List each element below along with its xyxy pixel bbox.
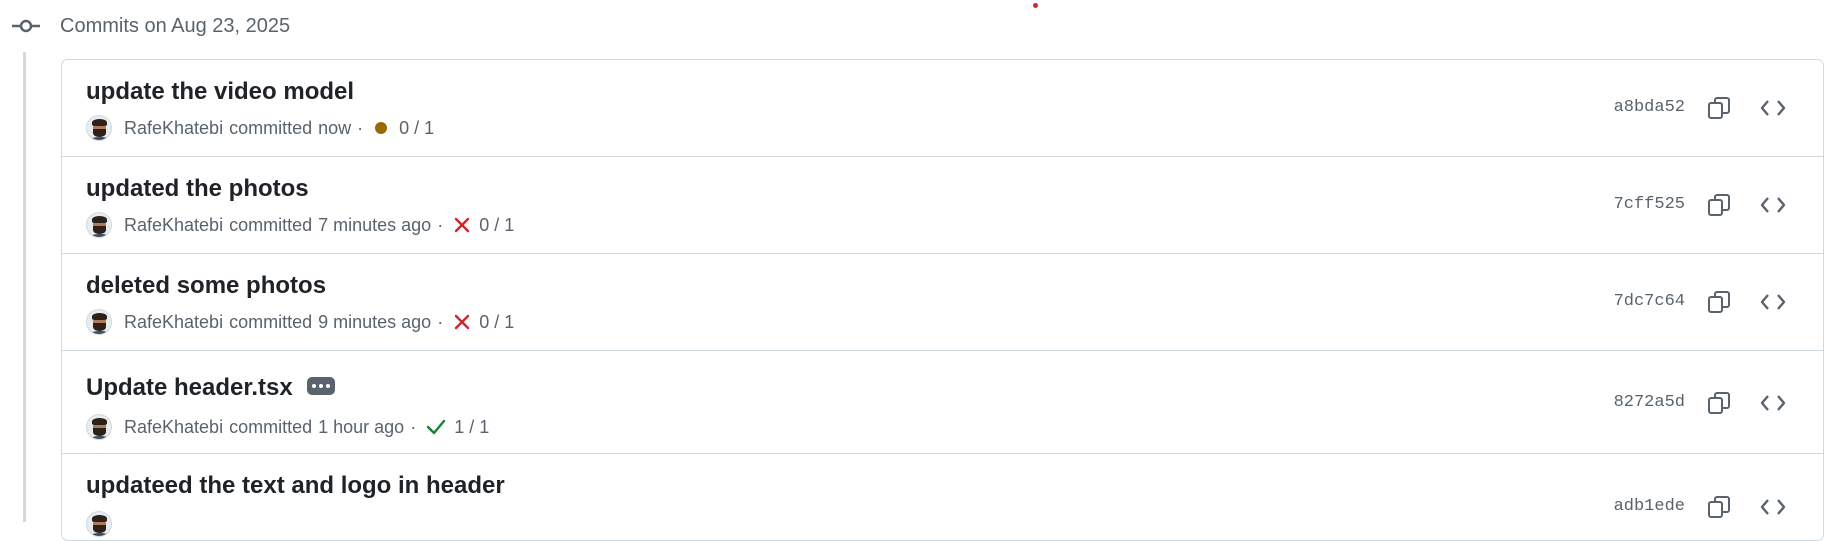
commit-sha-link[interactable]: a8bda52 <box>1614 98 1685 117</box>
commit-group-header: Commits on Aug 23, 2025 <box>0 0 1828 52</box>
expand-message-button[interactable] <box>306 377 335 395</box>
separator: · <box>357 117 364 138</box>
author-link[interactable]: RafeKhatebi <box>124 215 223 236</box>
commit-sha-link[interactable]: 8272a5d <box>1614 393 1685 412</box>
commit-row: deleted some photos RafeKhatebi committe… <box>62 254 1823 351</box>
commit-meta: RafeKhatebi committed 7 minutes ago · 0 … <box>86 212 514 238</box>
copy-sha-button[interactable] <box>1701 489 1737 525</box>
commit-row: Update header.tsx RafeKhatebi committed … <box>62 351 1823 454</box>
commit-title-link[interactable]: updated the photos <box>86 174 309 204</box>
commit-time: 1 hour ago <box>318 416 405 437</box>
copy-sha-button[interactable] <box>1701 385 1737 421</box>
commit-action: committed <box>229 416 313 437</box>
author-avatar[interactable] <box>86 115 112 141</box>
author-link[interactable]: RafeKhatebi <box>124 312 223 333</box>
commit-meta: RafeKhatebi committed 1 hour ago · 1 / 1 <box>86 414 489 440</box>
copy-sha-button[interactable] <box>1701 90 1737 126</box>
commit-meta <box>86 511 124 537</box>
browse-repo-button[interactable] <box>1755 90 1791 126</box>
commit-action: committed <box>229 214 313 235</box>
commit-time: now <box>318 117 352 138</box>
separator: · <box>437 311 444 332</box>
browse-repo-button[interactable] <box>1755 489 1791 525</box>
timeline-line <box>23 52 26 522</box>
indicator-dot <box>1033 3 1038 8</box>
commit-title-link[interactable]: deleted some photos <box>86 271 326 301</box>
code-icon <box>1760 294 1786 310</box>
commit-title-group: Update header.tsx <box>86 373 335 403</box>
commit-sha-link[interactable]: 7cff525 <box>1614 195 1685 214</box>
commit-row: update the video model RafeKhatebi commi… <box>62 60 1823 157</box>
code-icon <box>1760 197 1786 213</box>
author-avatar[interactable] <box>86 309 112 335</box>
commit-title-link[interactable]: Update header.tsx <box>86 373 293 403</box>
checks-count[interactable]: 1 / 1 <box>454 417 489 438</box>
commit-sha-link[interactable]: 7dc7c64 <box>1614 292 1685 311</box>
separator: · <box>410 416 417 437</box>
commit-list: update the video model RafeKhatebi commi… <box>61 59 1824 541</box>
x-icon[interactable] <box>453 313 471 331</box>
commit-row: updated the photos RafeKhatebi committed… <box>62 157 1823 254</box>
checks-count[interactable]: 0 / 1 <box>399 118 434 139</box>
copy-icon <box>1708 496 1730 518</box>
checks-count[interactable]: 0 / 1 <box>479 215 514 236</box>
author-link[interactable]: RafeKhatebi <box>124 118 223 139</box>
git-commit-icon <box>12 19 40 33</box>
commit-time: 9 minutes ago <box>318 311 432 332</box>
pending-status-icon[interactable] <box>375 122 388 134</box>
commit-meta: RafeKhatebi committed now · 0 / 1 <box>86 115 434 141</box>
commit-action: committed <box>229 311 313 332</box>
commit-action: committed <box>229 117 313 138</box>
commit-meta: RafeKhatebi committed 9 minutes ago · 0 … <box>86 309 514 335</box>
separator: · <box>437 214 444 235</box>
browse-repo-button[interactable] <box>1755 187 1791 223</box>
code-icon <box>1760 100 1786 116</box>
code-icon <box>1760 395 1786 411</box>
check-icon[interactable] <box>426 418 446 436</box>
commit-time: 7 minutes ago <box>318 214 432 235</box>
author-link[interactable]: RafeKhatebi <box>124 417 223 438</box>
copy-sha-button[interactable] <box>1701 284 1737 320</box>
copy-icon <box>1708 97 1730 119</box>
browse-repo-button[interactable] <box>1755 284 1791 320</box>
browse-repo-button[interactable] <box>1755 385 1791 421</box>
copy-sha-button[interactable] <box>1701 187 1737 223</box>
commit-title-link[interactable]: update the video model <box>86 77 354 107</box>
commit-title-link[interactable]: updateed the text and logo in header <box>86 471 505 501</box>
commit-sha-link[interactable]: adb1ede <box>1614 497 1685 516</box>
copy-icon <box>1708 194 1730 216</box>
checks-count[interactable]: 0 / 1 <box>479 312 514 333</box>
commit-row: updateed the text and logo in header adb… <box>62 454 1823 540</box>
copy-icon <box>1708 392 1730 414</box>
x-icon[interactable] <box>453 216 471 234</box>
author-avatar[interactable] <box>86 511 112 537</box>
author-avatar[interactable] <box>86 212 112 238</box>
commit-group-title: Commits on Aug 23, 2025 <box>60 15 291 37</box>
author-avatar[interactable] <box>86 414 112 440</box>
copy-icon <box>1708 291 1730 313</box>
code-icon <box>1760 499 1786 515</box>
